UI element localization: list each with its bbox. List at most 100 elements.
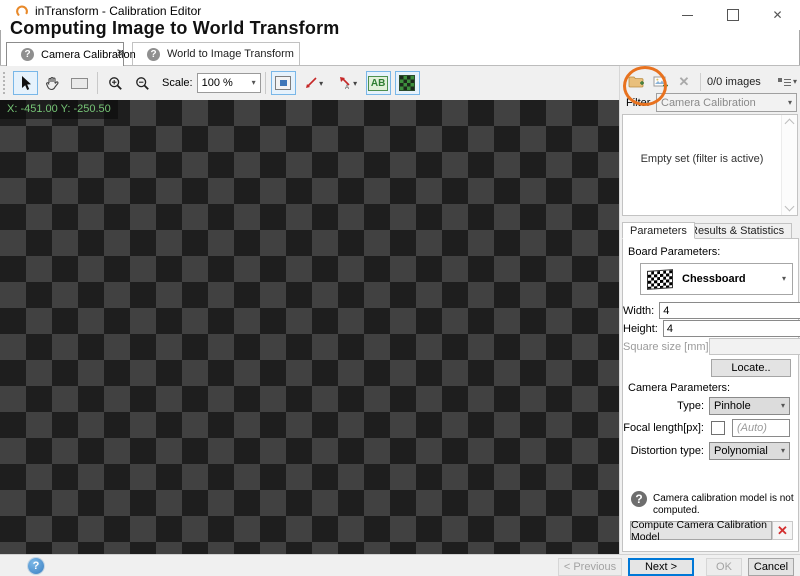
- help-button[interactable]: ?: [28, 558, 44, 574]
- scroll-up-icon: [784, 118, 795, 129]
- chevron-right-icon: >: [117, 45, 125, 60]
- zoom-in-icon: [109, 76, 122, 90]
- scale-combobox[interactable]: 100 % ▾: [196, 73, 261, 93]
- filter-value: Camera Calibration: [661, 96, 756, 109]
- previous-label: < Previous: [563, 561, 617, 573]
- select-tool-button[interactable]: [13, 71, 38, 95]
- square-size-stepper: [709, 338, 800, 355]
- chevron-down-icon: ▾: [780, 445, 785, 455]
- remove-image-button[interactable]: ✕: [672, 71, 696, 93]
- compute-calibration-button[interactable]: Compute Camera Calibration Model: [630, 518, 772, 543]
- minimize-button[interactable]: [665, 0, 710, 30]
- page-title: Computing Image to World Transform: [10, 18, 340, 38]
- close-button[interactable]: ✕: [755, 0, 800, 30]
- chevron-down-icon: ▾: [792, 77, 797, 86]
- camera-type-value: Pinhole: [714, 399, 751, 412]
- chevron-down-icon: ▾: [319, 78, 324, 88]
- cancel-button[interactable]: Cancel: [748, 558, 794, 576]
- board-parameters-label: Board Parameters:: [628, 246, 721, 258]
- focal-length-checkbox[interactable]: [711, 420, 725, 435]
- tab-world-to-image-transform[interactable]: ? World to Image Transform: [132, 42, 300, 65]
- camera-parameters-label: Camera Parameters:: [628, 382, 731, 394]
- minimize-icon: [682, 14, 693, 16]
- pan-tool-button[interactable]: [40, 71, 65, 95]
- chessboard-flag-icon: [647, 268, 673, 290]
- image-canvas[interactable]: X: -451.00 Y: -250.50: [0, 100, 619, 554]
- chessboard-icon: [399, 75, 416, 91]
- image-list-scrollbar[interactable]: [781, 115, 797, 215]
- filter-row: Filter Camera Calibration ▾: [626, 93, 797, 112]
- height-row: Height:: [623, 320, 800, 337]
- focal-length-input[interactable]: [732, 418, 790, 437]
- add-folder-button[interactable]: [624, 71, 648, 93]
- zoom-in-button[interactable]: [103, 71, 128, 95]
- annotation-tool-button[interactable]: A ▾: [332, 71, 364, 95]
- locate-button[interactable]: Locate..: [711, 359, 791, 377]
- locate-label: Locate..: [731, 362, 771, 374]
- window-controls: ✕: [665, 0, 800, 30]
- view-mode-button[interactable]: ▾: [777, 77, 797, 88]
- parameters-tab-page: Board Parameters: Chessboard ▾ Width: 4 …: [622, 238, 800, 552]
- compute-label: Compute Camera Calibration Model: [631, 518, 767, 543]
- chessboard-overlay-toggle-button[interactable]: [394, 71, 420, 95]
- tab-parameters[interactable]: Parameters: [622, 222, 695, 239]
- help-icon: ?: [631, 491, 647, 507]
- width-input[interactable]: [660, 303, 800, 318]
- toolbar-separator: [264, 72, 266, 94]
- zoom-out-button[interactable]: [130, 71, 155, 95]
- app-logo-icon: [16, 5, 28, 16]
- clear-calibration-button[interactable]: ✕: [772, 521, 793, 540]
- filter-label: Filter: [626, 96, 651, 109]
- list-view-icon: [777, 77, 791, 88]
- calibration-status-message: Camera calibration model is not computed…: [653, 493, 794, 516]
- delete-icon: ✕: [678, 74, 690, 89]
- fit-image-button[interactable]: [270, 71, 296, 95]
- height-stepper[interactable]: [662, 320, 800, 337]
- red-x-icon: ✕: [777, 522, 788, 538]
- camera-type-row: Type: Pinhole ▾: [623, 396, 796, 415]
- next-label: Next >: [644, 561, 678, 573]
- cancel-label: Cancel: [753, 561, 789, 573]
- previous-button: < Previous: [558, 558, 622, 576]
- empty-set-message: Empty set (filter is active): [640, 153, 764, 165]
- rectangle-select-tool-button[interactable]: [67, 71, 92, 95]
- width-stepper[interactable]: [659, 302, 800, 319]
- maximize-button[interactable]: [710, 0, 755, 30]
- window-title: inTransform - Calibration Editor: [35, 4, 202, 18]
- chevron-down-icon: ▾: [353, 78, 358, 88]
- main-area: Scale: 100 % ▾ ▾ A ▾ AB X: -451.00 Y: -2…: [0, 66, 800, 554]
- tab-results-statistics[interactable]: Results & Statistics: [682, 223, 793, 239]
- tab-label: World to Image Transform: [167, 48, 294, 60]
- toolbar-grip[interactable]: [3, 72, 8, 94]
- scale-value: 100 %: [201, 77, 233, 89]
- image-add-icon: [653, 76, 668, 88]
- toolbar-separator: [97, 72, 98, 94]
- board-type-combobox[interactable]: Chessboard ▾: [640, 263, 793, 295]
- next-button[interactable]: Next >: [628, 558, 694, 576]
- height-input[interactable]: [663, 321, 800, 336]
- calibration-status-row: ? Camera calibration model is not comput…: [631, 491, 796, 517]
- camera-type-combobox[interactable]: Pinhole ▾: [709, 396, 790, 415]
- width-row: Width:: [623, 302, 800, 319]
- chevron-down-icon: ▾: [781, 274, 786, 283]
- ab-overlay-toggle-button[interactable]: AB: [365, 71, 391, 95]
- cursor-arrow-icon: [22, 76, 31, 90]
- distortion-type-label: Distortion type:: [630, 444, 704, 457]
- measure-line-tool-button[interactable]: ▾: [298, 71, 330, 95]
- help-icon: ?: [21, 48, 34, 61]
- hand-icon: [46, 76, 59, 90]
- maximize-icon: [726, 9, 739, 21]
- folder-add-icon: [628, 76, 644, 88]
- calibration-editor-window: inTransform - Calibration Editor ✕ Compu…: [0, 0, 800, 576]
- distortion-type-combobox[interactable]: Polynomial ▾: [709, 441, 790, 460]
- fit-image-icon: [275, 76, 292, 90]
- help-icon: ?: [147, 47, 160, 61]
- tab-camera-calibration[interactable]: ? Camera Calibration: [6, 42, 136, 66]
- add-images-button[interactable]: [648, 71, 672, 93]
- footer-bar: ? < Previous Next > OK Cancel: [0, 554, 800, 576]
- question-icon: ?: [32, 560, 40, 572]
- square-size-input: [710, 339, 800, 354]
- filter-combobox[interactable]: Camera Calibration ▾: [656, 93, 797, 112]
- width-label: Width:: [623, 304, 655, 317]
- image-list[interactable]: Empty set (filter is active): [622, 114, 798, 216]
